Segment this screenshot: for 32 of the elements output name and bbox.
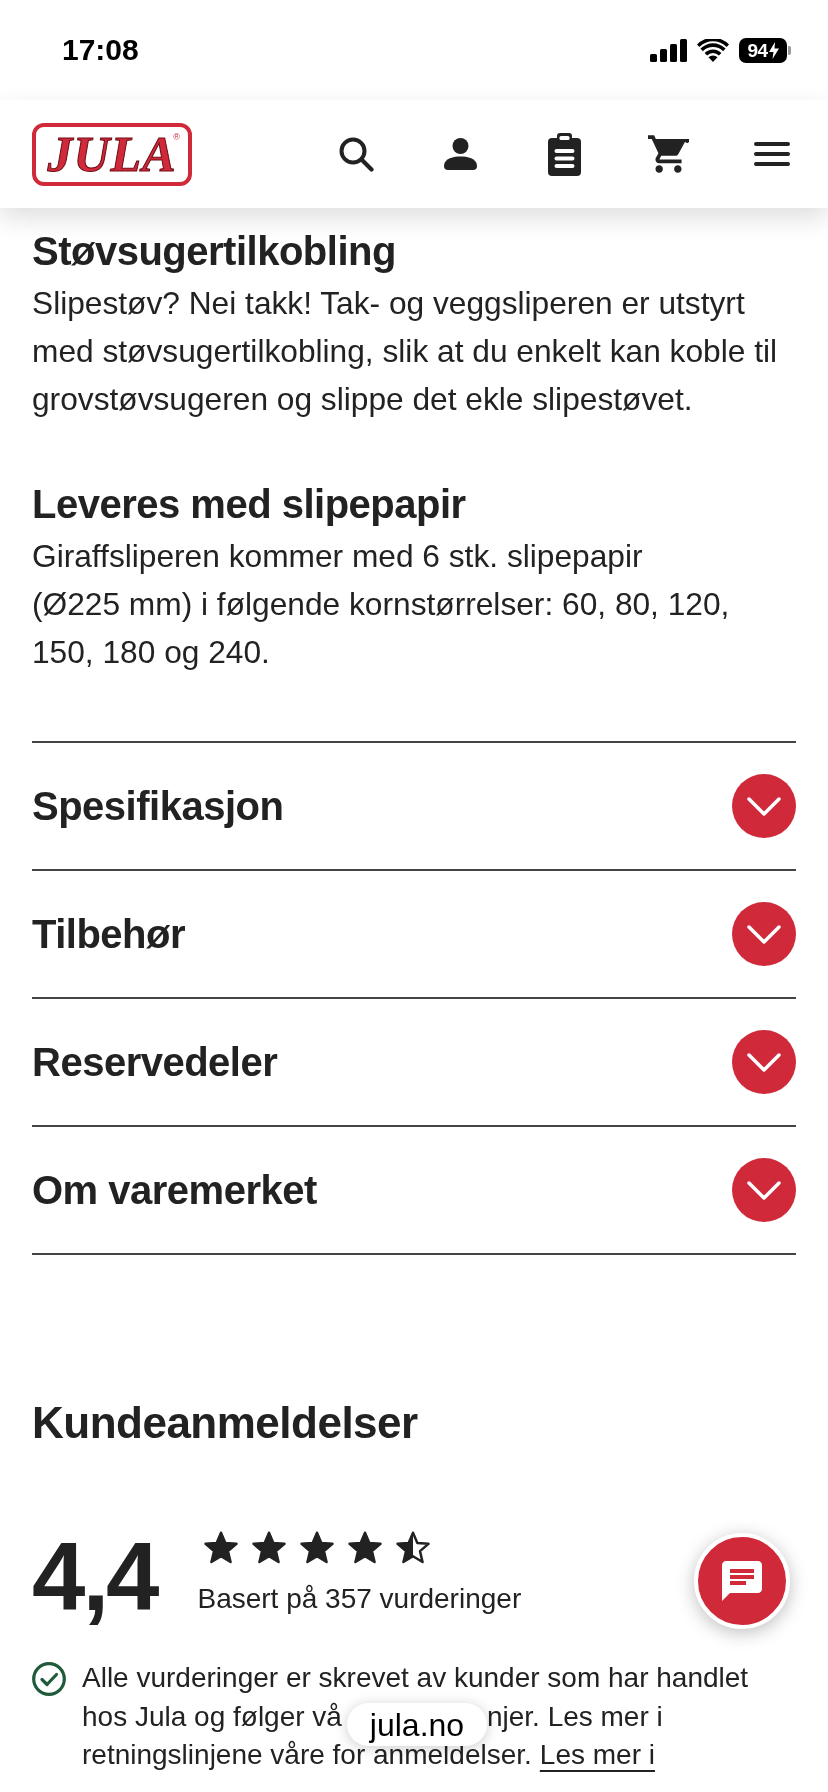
- cart-icon: [647, 134, 689, 174]
- accordion-toggle[interactable]: Reservedeler: [32, 999, 796, 1127]
- menu-icon: [754, 142, 790, 166]
- check-circle-icon: [32, 1662, 66, 1696]
- review-policy-text: njer. Les mer i: [486, 1700, 663, 1733]
- review-policy-text: Alle vurderinger er skrevet av kunder som har handlet: [82, 1662, 749, 1695]
- reviews-heading: Kundeanmeldelser: [32, 1397, 419, 1449]
- wifi-icon: [697, 38, 729, 62]
- section-heading: Støvsugertilkobling: [32, 228, 397, 275]
- star-half-icon: [396, 1531, 431, 1564]
- average-rating: 4,4: [32, 1529, 157, 1625]
- chat-bubble-icon: [722, 1561, 762, 1601]
- rating-count: Basert på 357 vurderinger: [197, 1582, 522, 1616]
- star-filled-icon: [300, 1531, 335, 1564]
- star-filled-icon: [348, 1531, 383, 1564]
- search-icon: [338, 136, 374, 172]
- user-icon: [443, 138, 477, 170]
- accordion-toggle[interactable]: Tilbehør: [32, 871, 796, 999]
- star-filled-icon: [252, 1531, 287, 1564]
- status-time: 17:08: [62, 35, 139, 65]
- accordion-toggle[interactable]: Om varemerket: [32, 1127, 796, 1255]
- clipboard-icon: [547, 132, 581, 176]
- signal-icon: [650, 38, 687, 62]
- section-text: Slipestøv? Nei takk! Tak- og veggsliperen er utstyrt med støvsugertilkobling, slik at du enkelt kan koble til grovstøvsugeren og slippe det ekle slipestøvet.: [32, 284, 778, 419]
- jula-logo[interactable]: JULA®: [32, 122, 192, 186]
- battery-percentage: 94: [747, 40, 768, 60]
- section-text: Giraffsliperen kommer med 6 stk. slipepapir (Ø225 mm) i følgende kornstørrelser: 60, 80, 120, 150, 180 og 240.: [32, 537, 731, 672]
- review-policy-text: hos Jula og følger vå: [82, 1700, 342, 1733]
- star-filled-icon: [204, 1531, 239, 1564]
- read-more-link[interactable]: Les mer i: [539, 1739, 655, 1772]
- accordion-toggle[interactable]: Spesifikasjon: [32, 743, 796, 871]
- section-heading: Leveres med slipepapir: [32, 481, 467, 528]
